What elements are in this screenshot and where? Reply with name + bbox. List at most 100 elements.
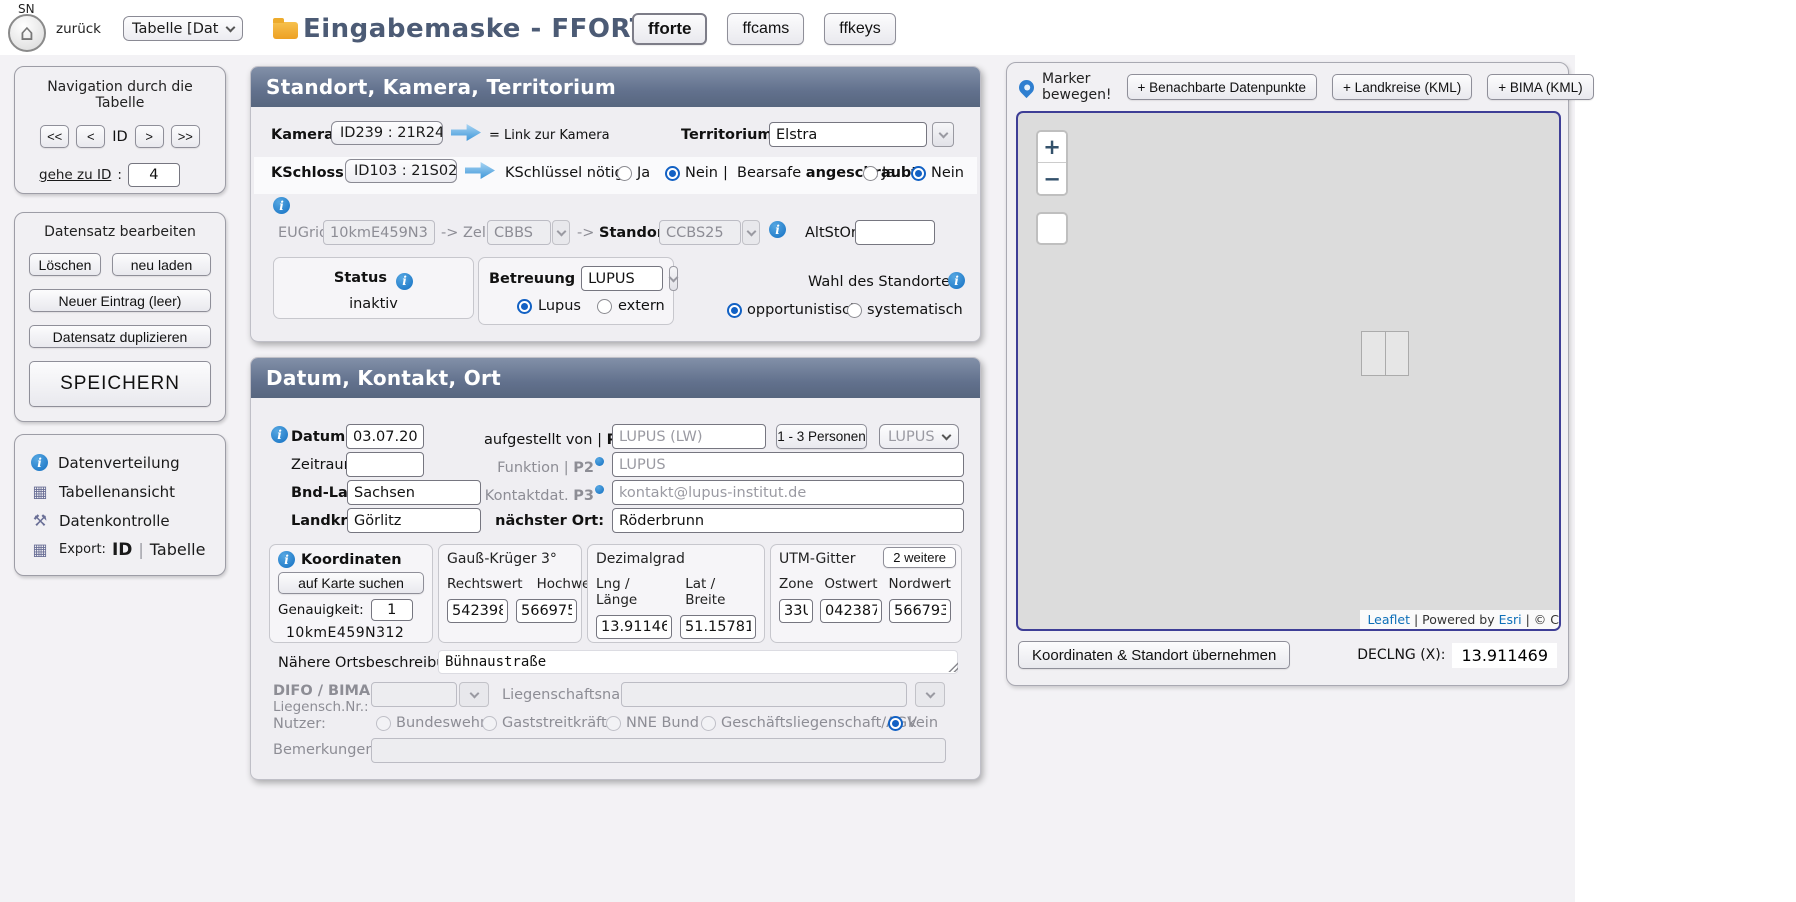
map-search-button[interactable]: auf Karte suchen [278,572,424,594]
add-datapoints-button[interactable]: + Benachbarte Datenpunkte [1127,74,1318,100]
wahl-opportunistisch-radio[interactable] [727,303,742,318]
betreuung-extern-radio[interactable] [597,299,612,314]
status-label: Status [334,270,387,286]
ostwert-input[interactable] [820,599,882,623]
table-select[interactable]: Tabelle [Datens [123,16,243,41]
table-select-value: Tabelle [Datens [132,21,219,37]
p2-label: Funktion | P2 [484,457,604,476]
home-icon[interactable]: ⌂ [8,14,46,52]
wahl-info-icon[interactable]: i [948,272,965,289]
lng-input[interactable] [596,615,672,639]
export-table-link[interactable]: Tabelle [150,540,206,559]
betreuung-lupus-radio[interactable] [517,299,532,314]
tab-ffkeys[interactable]: ffkeys [824,13,896,45]
betreuung-dropdown-button[interactable] [669,266,678,291]
zone-input[interactable] [779,599,813,623]
rechtswert-input[interactable] [447,599,508,623]
map-extra-button[interactable] [1036,212,1068,245]
kamera-link-arrow-icon[interactable] [451,124,481,141]
esri-link[interactable]: Esri [1499,612,1522,627]
tabellenansicht-link[interactable]: ▦ Tabellenansicht [31,477,209,506]
territorium-dropdown-button[interactable] [932,122,954,147]
nutzer-bundeswehr-label: Bundeswehr [396,715,486,731]
kamera-select[interactable]: ID239 : 21R24 [331,121,443,145]
datum-panel: Datum, Kontakt, Ort i Datum: aufgestellt… [250,357,981,780]
add-bima-button[interactable]: + BIMA (KML) [1487,74,1593,100]
betreuung-input[interactable] [581,266,663,291]
table-icon: ▦ [31,540,49,559]
utm-col-ostwert: Ostwert [824,576,877,592]
map-canvas[interactable]: + − Leaflet | Powered by Esri | © C [1016,111,1561,631]
export-label: Export: [59,542,106,557]
zoom-out-button[interactable]: − [1038,163,1066,194]
personen-button[interactable]: 1 - 3 Personen [776,424,867,449]
more-coords-button[interactable]: 2 weitere [883,547,956,568]
altstort-input[interactable] [855,220,935,245]
bearsafe-separator: | [723,165,728,181]
bndland-input[interactable] [347,480,481,505]
difo-sub-label: Liegensch.Nr.: [273,699,369,715]
map-tile-placeholder [1361,331,1409,376]
utm-col-nordwert: Nordwert [889,576,951,592]
last-record-button[interactable]: >> [171,125,200,148]
new-entry-button[interactable]: Neuer Eintrag (leer) [29,289,211,312]
kschloss-select[interactable]: ID103 : 21S02 [345,159,457,183]
nutzer-nne-bund-radio [606,716,621,731]
p3-input[interactable] [612,480,964,505]
p2-input[interactable] [612,452,964,477]
goto-id-input[interactable] [128,163,180,187]
nordwert-input[interactable] [889,599,951,623]
liegenschaftsnr-input [371,682,457,707]
zeitraum-input[interactable] [346,452,424,477]
datum-info-icon[interactable]: i [271,426,288,443]
folder-icon [273,22,298,39]
status-info-icon[interactable]: i [396,273,413,290]
difo-label: DIFO / BIMA [273,683,370,699]
lat-input[interactable] [680,615,756,639]
kschloss-info-icon[interactable]: i [273,197,290,214]
territorium-input[interactable] [769,122,927,147]
bearsafe-ja-radio[interactable] [863,166,878,181]
tab-ffcams[interactable]: ffcams [727,13,804,45]
kschluessel-nein-radio[interactable] [665,166,680,181]
eugrid-info-icon[interactable]: i [769,221,786,238]
hochwert-input[interactable] [516,599,577,623]
p1-input[interactable] [612,424,766,449]
export-id-link[interactable]: ID [112,540,132,560]
export-row: ▦ Export: ID | Tabelle [31,535,209,564]
apply-coordinates-button[interactable]: Koordinaten & Standort übernehmen [1018,641,1290,669]
ortsbeschreibung-textarea[interactable] [438,650,958,674]
delete-button[interactable]: Löschen [29,253,101,276]
koordinaten-info-icon[interactable]: i [278,551,295,568]
bearsafe-nein-radio[interactable] [911,166,926,181]
landkreis-input[interactable] [347,508,481,533]
duplicate-button[interactable]: Datensatz duplizieren [29,325,211,348]
chevron-down-icon [938,128,948,138]
datenkontrolle-link[interactable]: ⚒ Datenkontrolle [31,506,209,535]
save-button[interactable]: SPEICHERN [29,361,211,407]
add-landkreise-button[interactable]: + Landkreise (KML) [1332,74,1472,100]
goto-id-link[interactable]: gehe zu ID [39,167,111,183]
back-link[interactable]: zurück [56,21,101,37]
datum-input[interactable] [346,424,424,449]
ort-input[interactable] [612,508,964,533]
territorium-label: Territorium [681,127,773,143]
p1-select[interactable]: LUPUS (LW [879,424,959,449]
tools-box: i Datenverteilung ▦ Tabellenansicht ⚒ Da… [14,434,226,576]
map-panel: Marker bewegen! + Benachbarte Datenpunkt… [1006,62,1569,686]
zoom-in-button[interactable]: + [1038,132,1066,163]
tab-fforte[interactable]: fforte [632,13,707,45]
next-record-button[interactable]: > [135,125,164,148]
zelle-dropdown-button [552,220,570,245]
kschluessel-ja-radio[interactable] [617,166,632,181]
datenverteilung-link[interactable]: i Datenverteilung [31,448,209,477]
leaflet-link[interactable]: Leaflet [1367,612,1410,627]
genauigkeit-input[interactable] [371,599,413,621]
first-record-button[interactable]: << [40,125,69,148]
wahl-systematisch-radio[interactable] [847,303,862,318]
prev-record-button[interactable]: < [76,125,105,148]
info-superscript-icon [595,457,604,466]
chevron-down-icon [925,688,935,698]
chevron-down-icon [556,226,566,236]
reload-button[interactable]: neu laden [112,253,211,276]
